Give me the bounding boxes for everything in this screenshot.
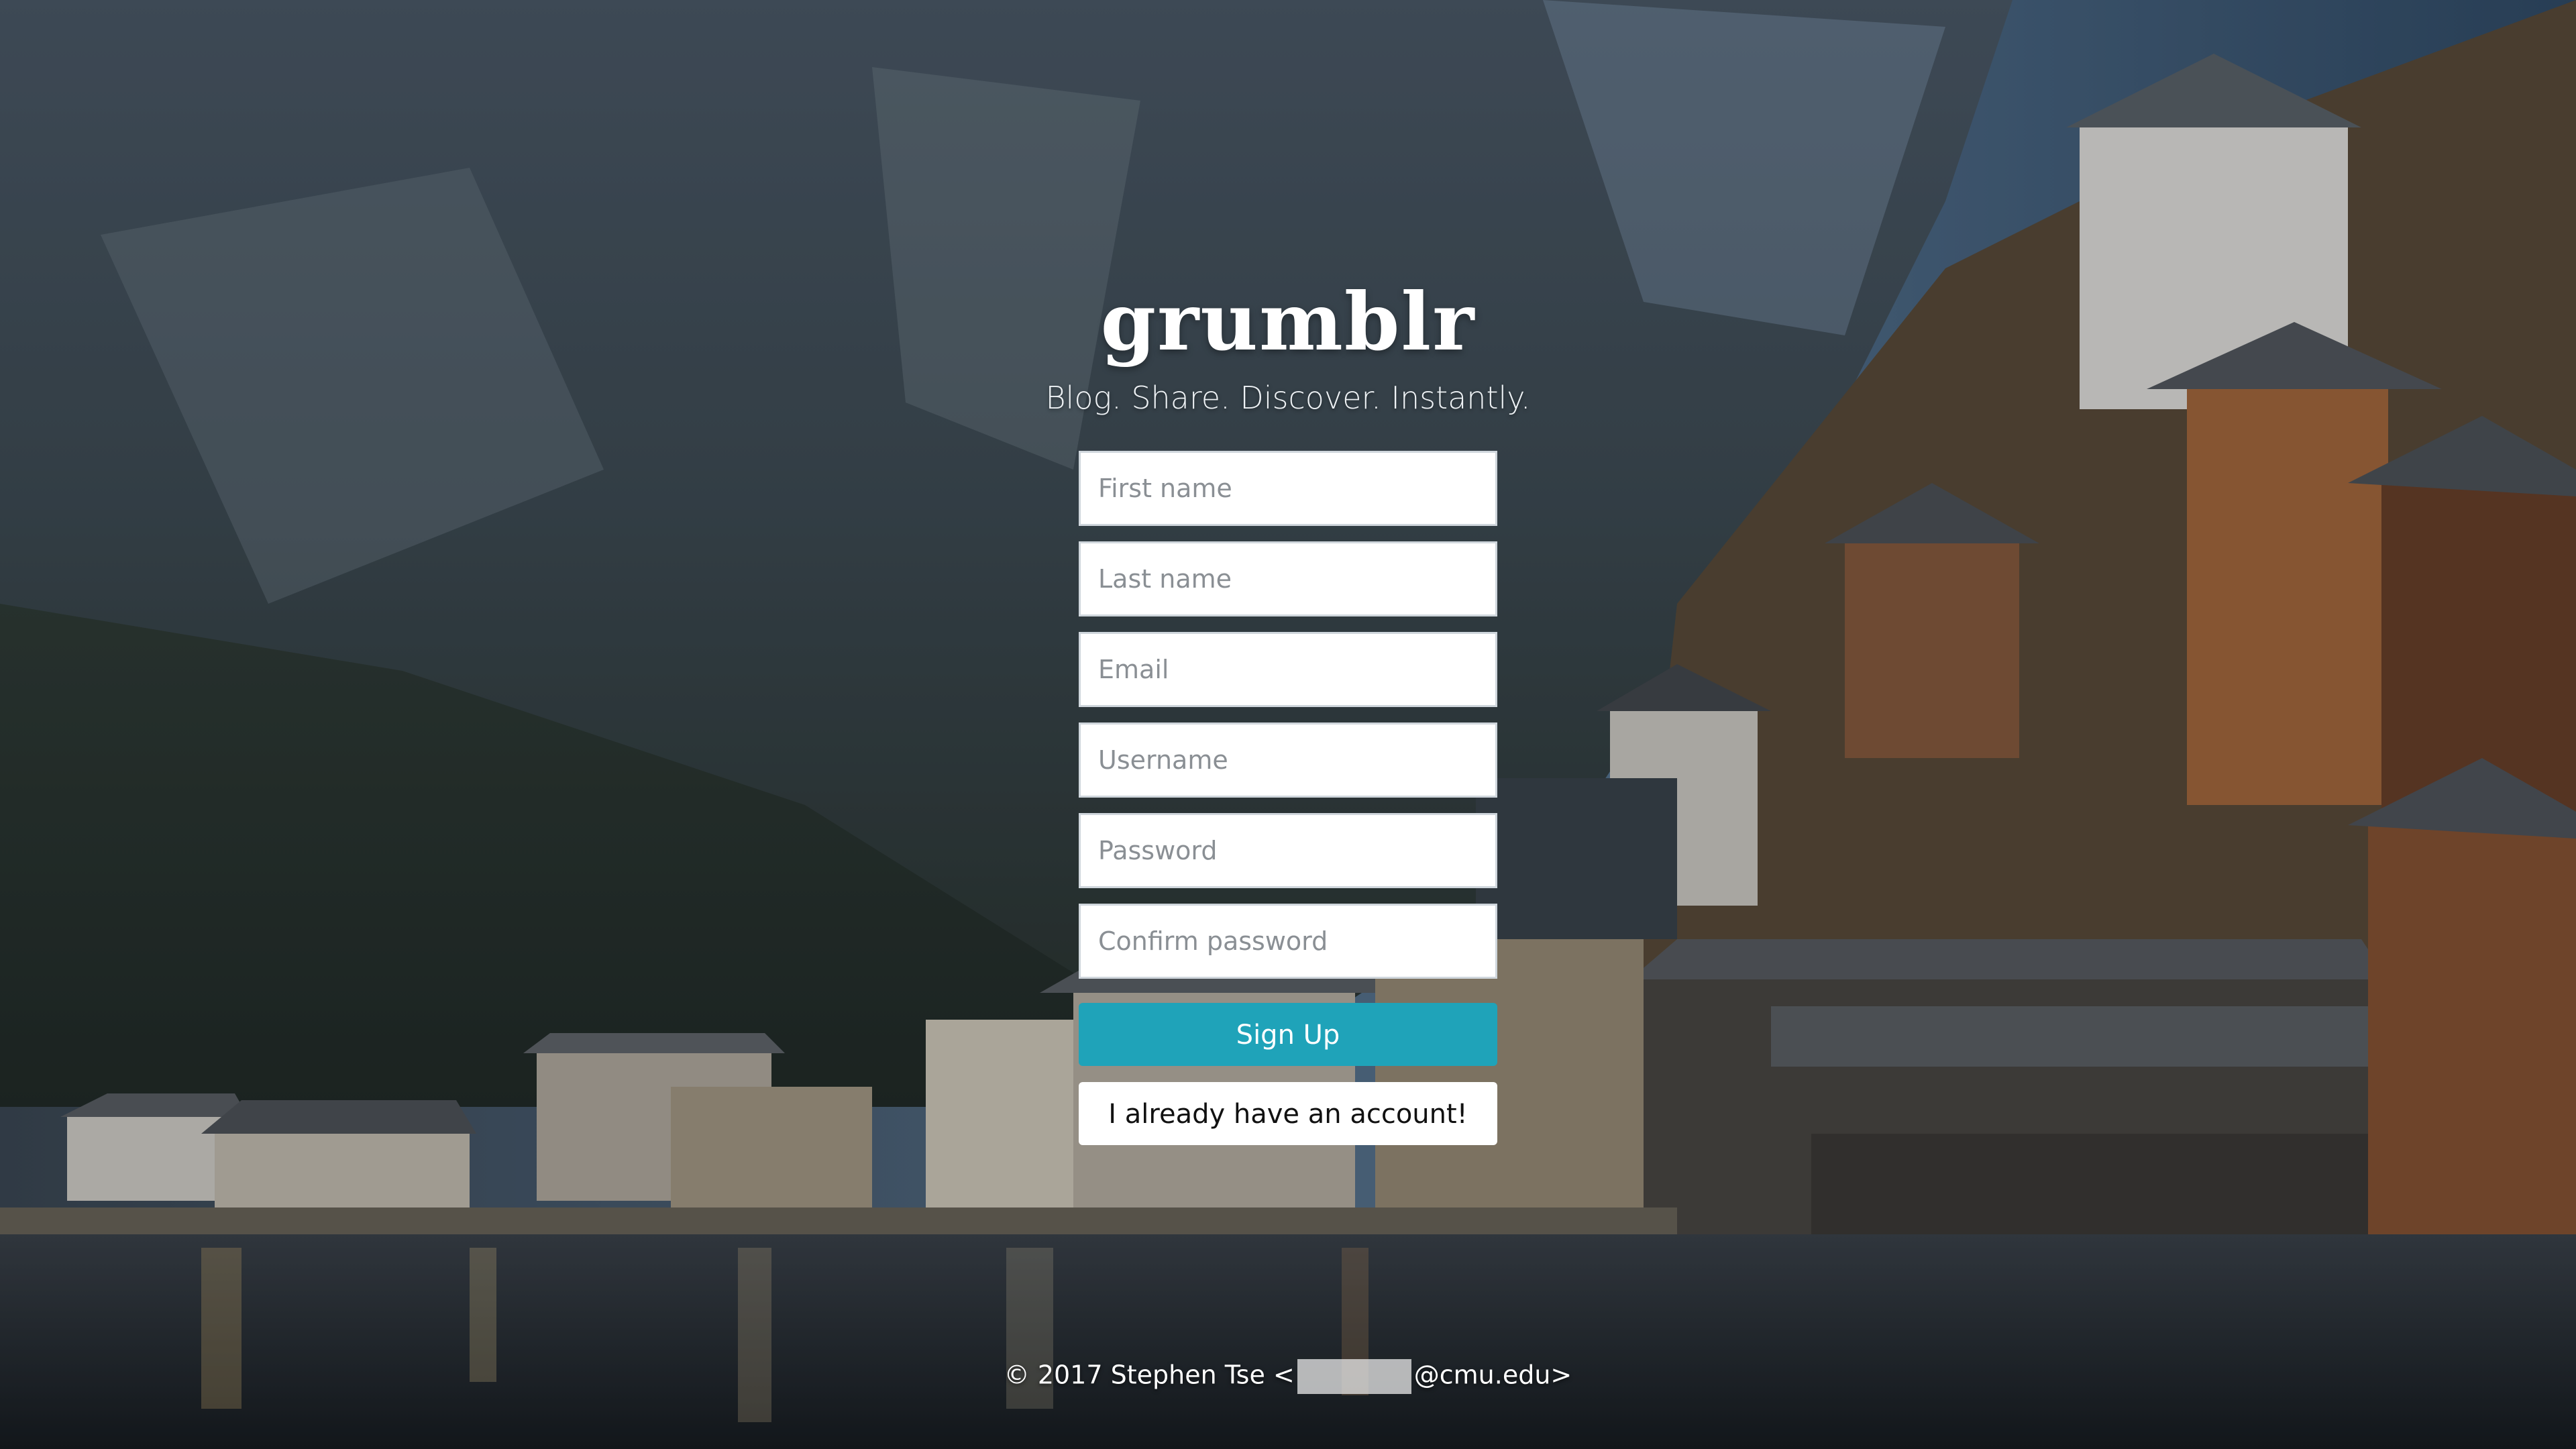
username-input[interactable] bbox=[1079, 722, 1497, 798]
app-tagline: Blog. Share. Discover. Instantly. bbox=[1045, 380, 1531, 416]
last-name-input[interactable] bbox=[1079, 541, 1497, 616]
confirm-password-input[interactable] bbox=[1079, 904, 1497, 979]
email-input[interactable] bbox=[1079, 632, 1497, 707]
existing-account-button[interactable]: I already have an account! bbox=[1079, 1082, 1497, 1145]
email-domain-text: @cmu.edu> bbox=[1413, 1360, 1572, 1390]
sign-up-button[interactable]: Sign Up bbox=[1079, 1003, 1497, 1066]
signup-form: Sign Up I already have an account! bbox=[1079, 451, 1497, 1145]
password-input[interactable] bbox=[1079, 813, 1497, 888]
copyright-text: © 2017 Stephen Tse < bbox=[1004, 1360, 1295, 1390]
app-logo: grumblr bbox=[1100, 275, 1476, 368]
first-name-input[interactable] bbox=[1079, 451, 1497, 526]
signup-page: grumblr Blog. Share. Discover. Instantly… bbox=[0, 0, 2576, 1449]
footer-copyright: © 2017 Stephen Tse < @cmu.edu> bbox=[0, 1359, 2576, 1394]
redacted-email-user bbox=[1297, 1359, 1411, 1394]
